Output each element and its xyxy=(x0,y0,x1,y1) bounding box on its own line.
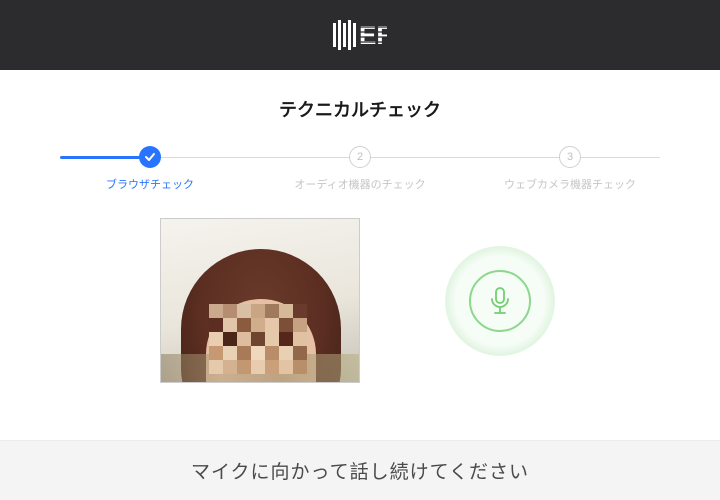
step-circle-pending: 2 xyxy=(349,146,371,168)
step-browser-check: ブラウザチェック xyxy=(80,146,220,192)
progress-stepper: ブラウザチェック 2 オーディオ機器のチェック 3 ウェブカメラ機器チェック xyxy=(50,146,670,192)
logo-text: EF xyxy=(359,20,387,50)
brand-logo: EF xyxy=(333,20,387,50)
face-pixelation xyxy=(209,304,307,374)
step-label: ブラウザチェック xyxy=(80,176,220,192)
step-circle-done xyxy=(139,146,161,168)
step-number: 3 xyxy=(567,151,573,163)
instruction-bar: マイクに向かって話し続けてください xyxy=(0,440,720,500)
check-content xyxy=(0,218,720,383)
step-audio-check: 2 オーディオ機器のチェック xyxy=(290,146,430,192)
webcam-preview xyxy=(160,218,360,383)
step-webcam-check: 3 ウェブカメラ機器チェック xyxy=(500,146,640,192)
app-header: EF xyxy=(0,0,720,70)
step-label: オーディオ機器のチェック xyxy=(290,176,430,192)
instruction-text: マイクに向かって話し続けてください xyxy=(191,457,529,484)
mic-pulse-ring xyxy=(445,246,555,356)
step-circle-pending: 3 xyxy=(559,146,581,168)
microphone-indicator[interactable] xyxy=(440,241,560,361)
check-icon xyxy=(144,151,156,163)
step-number: 2 xyxy=(357,151,363,163)
page-title: テクニカルチェック xyxy=(0,96,720,122)
ef-logo-icon: EF xyxy=(333,20,387,50)
step-label: ウェブカメラ機器チェック xyxy=(500,176,640,192)
